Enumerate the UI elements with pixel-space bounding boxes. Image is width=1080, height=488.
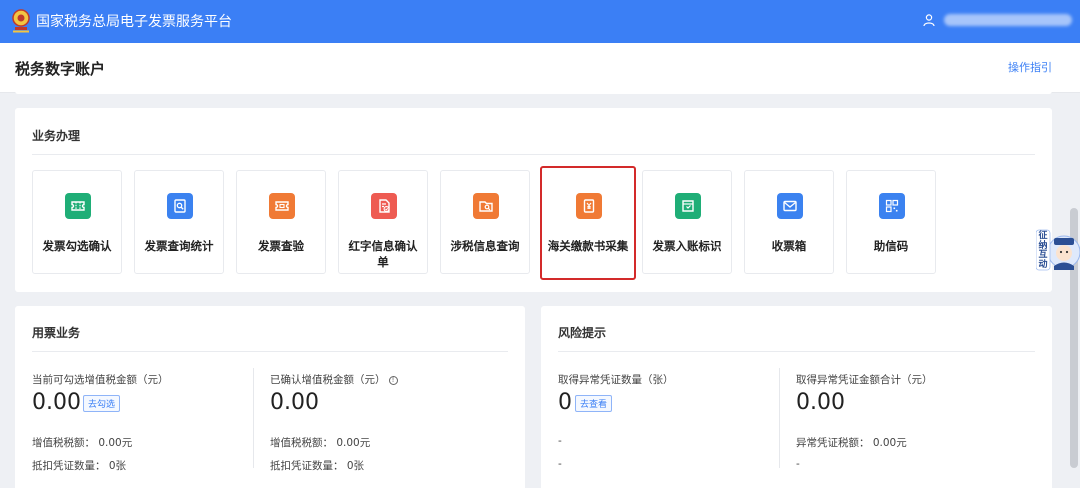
ticket-icon xyxy=(65,193,91,219)
confirmed-vat-tax-amount: 增值税税额： 0.00元 xyxy=(270,437,371,449)
mail-icon xyxy=(777,193,803,219)
business-section: 业务办理 发票勾选确认 发票查询统计 发票查验 红字信息确认单 涉税信息查询 海… xyxy=(15,108,1052,292)
abnormal-voucher-count-value: 0 xyxy=(558,390,572,415)
risk-left-line-2: - xyxy=(558,458,562,470)
vat-tax-amount: 增值税税额： 0.00元 xyxy=(32,437,133,449)
user-menu[interactable] xyxy=(922,13,1072,27)
tile-label: 发票查询统计 xyxy=(144,239,214,253)
abnormal-voucher-count-label: 取得异常凭证数量（张） xyxy=(558,374,674,386)
tile-invoice-verify[interactable]: 发票查验 xyxy=(236,170,326,274)
user-name-redacted xyxy=(944,14,1072,26)
tile-label: 海关缴款书采集 xyxy=(547,239,629,253)
tile-label: 发票查验 xyxy=(258,239,304,253)
tile-label: 助信码 xyxy=(873,239,909,253)
page-title: 税务数字账户 xyxy=(15,60,106,78)
tile-customs-payment-collect[interactable]: 海关缴款书采集 xyxy=(540,166,636,280)
assistant-label: 征纳互动 xyxy=(1038,231,1048,270)
folder-search-icon xyxy=(473,193,499,219)
tax-interaction-assistant[interactable]: 征纳互动 xyxy=(1035,226,1080,274)
top-bar: 国家税务总局电子发票服务平台 xyxy=(0,0,1080,43)
abnormal-voucher-amount-value: 0.00 xyxy=(796,390,845,415)
risk-section: 风险提示 取得异常凭证数量（张） 0 去查看 - - 取得异常凭证金额合计（元）… xyxy=(541,306,1052,488)
risk-right-line-2: - xyxy=(796,458,800,470)
app-title: 国家税务总局电子发票服务平台 xyxy=(36,14,232,30)
tile-label: 红字信息确认单 xyxy=(348,239,418,269)
abnormal-voucher-amount-label: 取得异常凭证金额合计（元） xyxy=(796,374,933,386)
user-icon xyxy=(923,14,935,27)
tile-invoice-booking-mark[interactable]: 发票入账标识 xyxy=(642,170,732,274)
confirmed-vat-amount-label-text: 已确认增值税金额（元） xyxy=(270,374,386,386)
ticket-mark-icon xyxy=(675,193,701,219)
go-select-button[interactable]: 去勾选 xyxy=(83,395,121,412)
confirmed-deduction-voucher-count: 抵扣凭证数量： 0张 xyxy=(270,460,365,472)
ticket-check-icon xyxy=(269,193,295,219)
section-title: 风险提示 xyxy=(558,326,607,340)
confirmed-vat-amount-value: 0.00 xyxy=(270,390,319,415)
go-view-button[interactable]: 去查看 xyxy=(575,395,613,412)
tile-tax-info-query[interactable]: 涉税信息查询 xyxy=(440,170,530,274)
document-search-icon xyxy=(167,193,193,219)
tile-label: 发票入账标识 xyxy=(652,239,722,253)
selectable-vat-amount-value: 0.00 xyxy=(32,390,81,415)
collapsed-panel xyxy=(15,86,1052,94)
divider xyxy=(558,351,1035,352)
tile-invoice-query-stats[interactable]: 发票查询统计 xyxy=(134,170,224,274)
divider-vertical xyxy=(779,368,780,468)
tile-label: 收票箱 xyxy=(771,239,807,253)
section-title: 业务办理 xyxy=(32,129,81,143)
operation-guide-link[interactable]: 操作指引 xyxy=(1008,59,1052,75)
risk-left-line-1: - xyxy=(558,435,562,447)
tax-emblem-icon xyxy=(12,9,30,33)
tile-invoice-select-confirm[interactable]: 发票勾选确认 xyxy=(32,170,122,274)
tile-label: 发票勾选确认 xyxy=(42,239,112,253)
usage-section: 用票业务 当前可勾选增值税金额（元） 0.00 去勾选 增值税税额： 0.00元… xyxy=(15,306,525,488)
tile-credit-code[interactable]: 助信码 xyxy=(846,170,936,274)
qr-code-icon xyxy=(879,193,905,219)
section-title: 用票业务 xyxy=(32,326,81,340)
document-yen-icon xyxy=(576,193,602,219)
tile-invoice-inbox[interactable]: 收票箱 xyxy=(744,170,834,274)
document-check-icon xyxy=(371,193,397,219)
divider xyxy=(32,154,1035,155)
abnormal-voucher-tax-amount: 异常凭证税额： 0.00元 xyxy=(796,437,907,449)
selectable-vat-amount-label: 当前可勾选增值税金额（元） xyxy=(32,374,169,386)
deduction-voucher-count: 抵扣凭证数量： 0张 xyxy=(32,460,127,472)
divider-vertical xyxy=(253,368,254,468)
info-icon[interactable]: ! xyxy=(388,376,398,385)
tile-red-letter-confirm[interactable]: 红字信息确认单 xyxy=(338,170,428,274)
divider xyxy=(32,351,508,352)
confirmed-vat-amount-label: 已确认增值税金额（元）! xyxy=(270,372,398,387)
tile-label: 涉税信息查询 xyxy=(450,239,520,253)
